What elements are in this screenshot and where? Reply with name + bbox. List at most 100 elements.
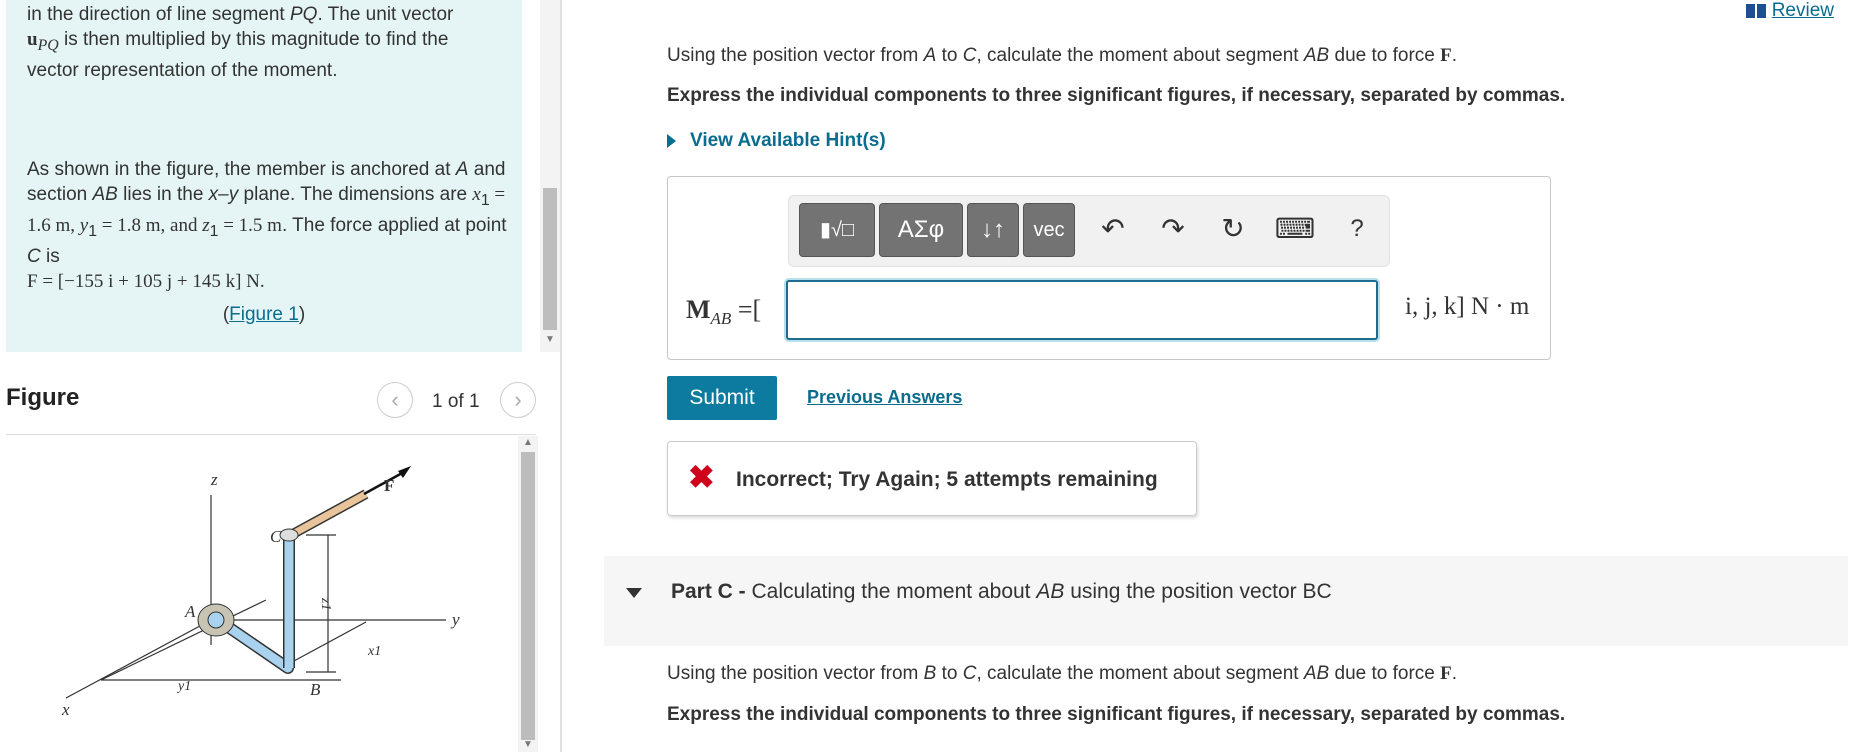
z1-label: z1 (318, 597, 333, 610)
figure-scrollbar[interactable]: ▲ ▼ (518, 436, 538, 752)
force-arrowhead (398, 466, 411, 478)
problem-scrollbar[interactable]: ▼ (540, 0, 560, 352)
help-icon[interactable]: ? (1335, 203, 1379, 257)
keyboard-icon[interactable]: ⌨ (1273, 203, 1317, 257)
figure-title: Figure (6, 384, 80, 411)
review-link[interactable]: Review (1745, 0, 1834, 22)
F-label: F (384, 476, 394, 495)
text: . (1451, 663, 1458, 684)
z-label: z (210, 470, 218, 489)
figure-pager: 1 of 1 (432, 391, 480, 412)
text: , calculate the moment about segment (976, 45, 1304, 66)
view-hints-toggle[interactable]: View Available Hint(s) (667, 130, 886, 152)
feedback-text: Incorrect; Try Again; 5 attempts remaini… (736, 468, 1158, 491)
text: PQ (37, 36, 59, 54)
text: due to force (1329, 663, 1441, 684)
y-label: y (450, 610, 460, 629)
text: to (936, 663, 963, 684)
support-anchor (197, 603, 235, 637)
previous-answers-link[interactable]: Previous Answers (807, 387, 962, 408)
x-label: x (61, 700, 70, 719)
figure-diagram: z F C A y z1 x1 y1 B x (61, 466, 460, 719)
scroll-up-arrow-icon[interactable]: ▲ (523, 437, 533, 448)
answer-input[interactable] (786, 280, 1378, 340)
divider (6, 434, 536, 435)
scroll-down-arrow-icon[interactable]: ▼ (545, 334, 555, 345)
math-toolbar: ▮√□ ΑΣφ ↓↑ vec ↶ ↷ ↻ ⌨ ? (788, 195, 1390, 267)
text: plane. The dimensions are (238, 184, 473, 205)
text: AB (1036, 580, 1065, 603)
text: Using the position vector from (667, 663, 924, 684)
text: . The unit vector (317, 4, 454, 25)
text: . The force applied at point (281, 214, 507, 236)
hint-label: View Available Hint(s) (690, 130, 886, 151)
text: in the direction of line segment (27, 4, 290, 25)
scroll-down-arrow-icon[interactable]: ▼ (523, 739, 533, 750)
unit-vector-symbol: u (27, 29, 38, 50)
text: lies in the (117, 184, 209, 205)
scrollbar-thumb[interactable] (543, 188, 557, 330)
book-icon (1745, 3, 1766, 18)
problem-text-1: in the direction of line segment PQ. The… (27, 2, 517, 83)
text: ) (298, 304, 306, 325)
figure-1-link[interactable]: Figure 1 (229, 304, 299, 325)
question-c-text: Using the position vector from B to C, c… (667, 663, 1457, 685)
text: AB (1303, 663, 1330, 684)
text: , calculate the moment about segment (976, 663, 1304, 684)
text: vector representation of the moment. (27, 59, 338, 81)
y1-label: y1 (176, 679, 191, 694)
reset-icon[interactable]: ↻ (1211, 203, 1255, 257)
member-pipe (212, 489, 369, 674)
vector-button[interactable]: vec (1023, 203, 1075, 257)
next-figure-button[interactable]: › (500, 382, 536, 418)
redo-icon[interactable]: ↷ (1151, 203, 1195, 257)
force-equation: F = [−155 i + 105 j + 145 k] N. (27, 270, 265, 292)
greek-symbols-button[interactable]: ΑΣφ (879, 203, 963, 257)
dimension-y1: = 1.8 m, and (97, 214, 203, 236)
answer-label: MAB =[ (686, 295, 761, 329)
part-c-title: Part C - Calculating the moment about AB… (671, 580, 1332, 604)
submit-button[interactable]: Submit (667, 376, 777, 420)
text: As shown in the figure, the member is an… (27, 159, 456, 180)
caret-right-icon (667, 133, 676, 148)
arrows-button[interactable]: ↓↑ (967, 203, 1019, 257)
text: z (202, 214, 210, 236)
text: due to force (1329, 45, 1441, 66)
text: is then multiplied by this magnitude to … (58, 29, 449, 50)
text: to (936, 45, 963, 66)
text: M (686, 295, 711, 324)
text: =[ (731, 295, 762, 324)
text: is (40, 245, 60, 267)
templates-button[interactable]: ▮√□ (799, 203, 875, 257)
text: Part C - (671, 580, 752, 603)
text: F (1440, 663, 1452, 684)
text: AB (710, 309, 732, 329)
text: C (962, 45, 977, 66)
answer-units: i, j, k] N · m (1405, 293, 1530, 320)
text: F (1440, 45, 1452, 66)
text: C (27, 245, 41, 267)
undo-icon[interactable]: ↶ (1091, 203, 1135, 257)
scrollbar-thumb[interactable] (521, 452, 535, 740)
left-pane: in the direction of line segment PQ. The… (0, 0, 565, 752)
problem-text-2: As shown in the figure, the member is an… (27, 159, 507, 292)
answer-box: ▮√□ ΑΣφ ↓↑ vec ↶ ↷ ↻ ⌨ ? MAB =[ i, j, k]… (667, 176, 1551, 360)
problem-panel: in the direction of line segment PQ. The… (6, 0, 522, 352)
text: PQ (290, 4, 318, 25)
text: x (472, 184, 481, 205)
figure-link-wrap: (Figure 1) (6, 304, 522, 326)
text: AB (1303, 45, 1330, 66)
A-label: A (184, 602, 196, 621)
error-x-icon: ✖ (688, 459, 715, 495)
part-c-header[interactable]: Part C - Calculating the moment about AB… (604, 556, 1848, 646)
previous-figure-button[interactable]: ‹ (377, 382, 413, 418)
review-label: Review (1771, 0, 1834, 21)
text: x–y (208, 184, 239, 205)
C-label: C (270, 527, 282, 546)
text: B (923, 663, 937, 684)
question-c-instructions: Express the individual components to thr… (667, 704, 1566, 725)
B-label: B (310, 680, 321, 699)
text: Using the position vector from (667, 45, 924, 66)
text: Calculating the moment about (751, 580, 1037, 603)
pane-divider[interactable] (560, 0, 562, 752)
